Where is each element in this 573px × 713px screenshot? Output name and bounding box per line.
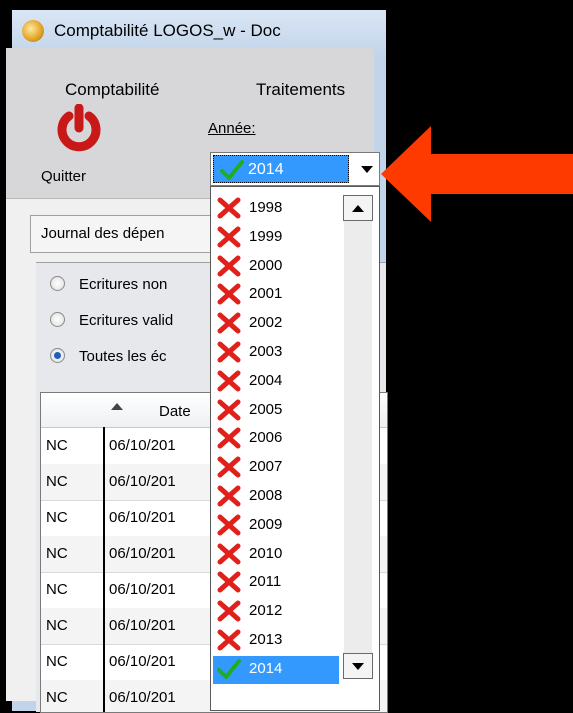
cell-date: 06/10/201 [109, 545, 176, 562]
cross-icon [217, 283, 241, 305]
year-option-2005[interactable]: 2005 [213, 397, 339, 423]
year-option-2008[interactable]: 2008 [213, 483, 339, 509]
year-option-label: 2007 [249, 458, 283, 476]
year-option-2006[interactable]: 2006 [213, 425, 339, 451]
year-combobox-selection: 2014 [213, 155, 349, 183]
annotation-arrow [381, 126, 573, 222]
year-option-label: 2014 [249, 659, 283, 677]
year-option-label: 2005 [249, 400, 283, 418]
check-icon [217, 658, 241, 679]
power-icon[interactable] [54, 104, 104, 154]
check-icon [220, 160, 244, 180]
year-option-2000[interactable]: 2000 [213, 253, 339, 279]
year-option-label: 1998 [249, 199, 283, 216]
cross-icon [217, 427, 241, 449]
chevron-down-icon[interactable] [361, 166, 373, 173]
radio-ecritures-valid[interactable]: Ecritures valid [50, 311, 174, 329]
year-option-label: 2003 [249, 343, 283, 360]
year-option-2011[interactable]: 2011 [213, 569, 339, 595]
year-option-label: 2009 [249, 515, 283, 533]
year-option-label: 2004 [249, 371, 283, 389]
radio-ecritures-non[interactable]: Ecritures non [50, 275, 168, 293]
cross-icon [217, 456, 241, 478]
menu-comptabilite[interactable]: Comptabilité [65, 80, 160, 100]
cell-date: 06/10/201 [109, 473, 176, 490]
cross-icon [217, 226, 241, 248]
cross-icon [217, 312, 241, 334]
cell-type: NC [46, 617, 68, 634]
year-option-2004[interactable]: 2004 [213, 368, 339, 394]
annee-label: Année: [208, 120, 256, 137]
cross-icon [217, 341, 241, 363]
year-option-2007[interactable]: 2007 [213, 454, 339, 480]
radio-label: Ecritures non [79, 276, 168, 293]
cell-date: 06/10/201 [109, 437, 176, 454]
column-header-date[interactable]: Date [159, 403, 191, 420]
year-option-1998[interactable]: 1998 [213, 195, 339, 221]
quit-button-label[interactable]: Quitter [41, 168, 86, 185]
scrollbar-track[interactable] [344, 219, 372, 655]
year-option-label: 2011 [249, 573, 282, 591]
year-option-2002[interactable]: 2002 [213, 310, 339, 336]
cross-icon [217, 629, 241, 651]
year-option-label: 2006 [249, 429, 283, 447]
year-option-2010[interactable]: 2010 [213, 541, 339, 567]
scroll-up-button[interactable] [343, 195, 373, 221]
cross-icon [217, 370, 241, 392]
cell-type: NC [46, 689, 68, 706]
cross-icon [217, 514, 241, 536]
radio-button[interactable] [50, 311, 65, 327]
year-dropdown-list[interactable]: 1998 1999 2000 2001 2002 2003 2004 2005 2006 2007… [210, 186, 380, 711]
radio-label: Ecritures valid [79, 312, 174, 329]
column-divider [103, 427, 105, 712]
radio-label: Toutes les éc [79, 348, 167, 365]
year-option-2009[interactable]: 2009 [213, 512, 339, 538]
cell-type: NC [46, 473, 68, 490]
cell-date: 06/10/201 [109, 617, 176, 634]
cell-type: NC [46, 509, 68, 526]
app-logo-icon [22, 20, 44, 42]
year-option-label: 2002 [249, 314, 283, 332]
cell-type: NC [46, 581, 68, 598]
radio-button[interactable] [50, 275, 65, 291]
cross-icon [217, 485, 241, 507]
cell-date: 06/10/201 [109, 689, 176, 706]
year-option-label: 2000 [249, 256, 283, 274]
cross-icon [217, 399, 241, 421]
menu-traitements[interactable]: Traitements [256, 80, 345, 100]
cell-date: 06/10/201 [109, 653, 176, 670]
year-option-label: 2013 [249, 631, 283, 648]
cross-icon [217, 571, 241, 593]
year-option-2003[interactable]: 2003 [213, 339, 339, 365]
year-option-2014[interactable]: 2014 [213, 655, 339, 684]
radio-toutes[interactable]: Toutes les éc [50, 347, 167, 365]
year-option-2001[interactable]: 2001 [213, 281, 339, 307]
year-option-label: 2001 [249, 285, 283, 303]
year-option-label: 1999 [249, 227, 283, 245]
year-option-label: 2008 [249, 487, 283, 504]
year-option-2012[interactable]: 2012 [213, 598, 339, 624]
year-combobox-value: 2014 [248, 161, 284, 178]
window-title: Comptabilité LOGOS_w - Doc [54, 21, 281, 40]
cross-icon [217, 600, 241, 622]
cell-date: 06/10/201 [109, 509, 176, 526]
year-option-label: 2010 [249, 544, 283, 562]
year-option-2013[interactable]: 2013 [213, 627, 339, 653]
journal-tab-label: Journal des dépen [41, 225, 165, 242]
year-combobox[interactable]: 2014 [210, 152, 380, 186]
cell-type: NC [46, 545, 68, 562]
cell-type: NC [46, 653, 68, 670]
cross-icon [217, 543, 241, 565]
cross-icon [217, 197, 241, 219]
cell-date: 06/10/201 [109, 581, 176, 598]
sort-ascending-icon[interactable] [111, 403, 123, 410]
year-option-1999[interactable]: 1999 [213, 224, 339, 250]
year-option-label: 2012 [249, 602, 283, 620]
scroll-down-button[interactable] [343, 653, 373, 679]
radio-button-checked[interactable] [50, 347, 65, 363]
cross-icon [217, 255, 241, 277]
cell-type: NC [46, 437, 68, 454]
